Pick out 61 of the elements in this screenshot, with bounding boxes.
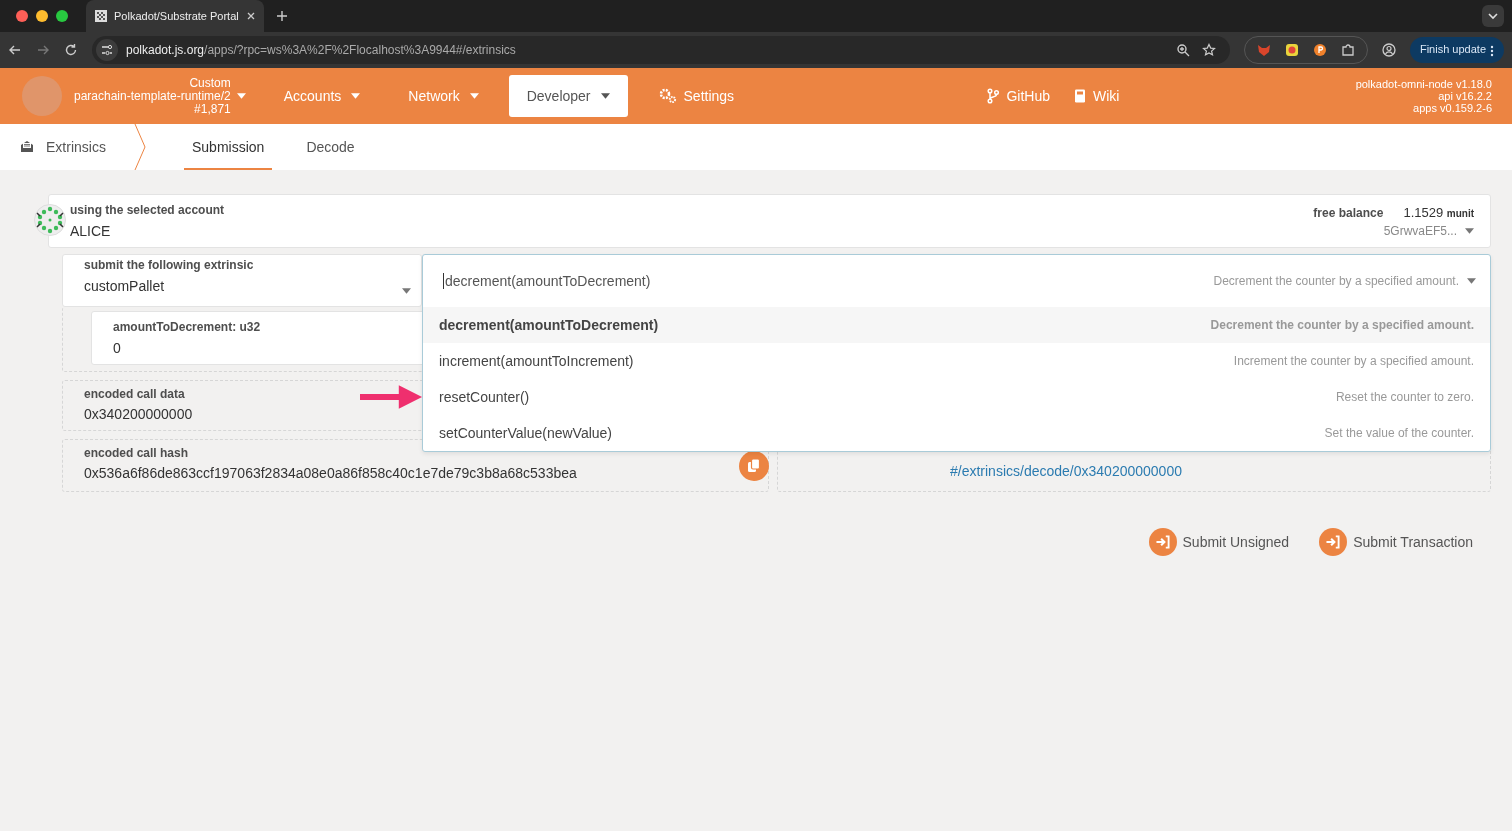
account-name[interactable]: ALICE: [70, 223, 225, 239]
call-hash-value: 0x536a6f86de863ccf197063f2834a08e0a86f858c40c1e7de79c3b8a68c533bea: [84, 465, 577, 481]
version-label: api v16.2.2: [1438, 90, 1492, 102]
field-label: encoded call data: [84, 387, 185, 401]
sign-in-icon: [1319, 528, 1348, 556]
caret-icon: [351, 93, 361, 99]
wallet-icon[interactable]: [1284, 43, 1299, 57]
section-title: Extrinsics: [46, 139, 107, 155]
dropdown-option[interactable]: resetCounter() Reset the counter to zero.: [423, 379, 1490, 415]
branch-icon: [987, 88, 1000, 104]
fox-icon[interactable]: [1256, 43, 1271, 57]
site-settings-icon[interactable]: [96, 39, 118, 61]
caret-icon: [469, 93, 479, 99]
browser-tab[interactable]: Polkadot/Substrate Portal: [86, 0, 264, 32]
gears-icon: [657, 88, 678, 104]
new-tab-icon[interactable]: [276, 10, 288, 22]
back-icon[interactable]: [8, 43, 22, 57]
submit-button[interactable]: Submit Unsigned: [1148, 528, 1290, 556]
address-selector[interactable]: 5GrwvaEF5...: [1383, 223, 1474, 238]
coin-icon[interactable]: [1312, 43, 1327, 57]
sign-in-icon: [1148, 528, 1177, 556]
caret-icon: [600, 93, 610, 99]
submit-button[interactable]: Submit Transaction: [1319, 528, 1473, 556]
pallet-dropdown[interactable]: submit the following extrinsic customPallet: [62, 254, 422, 307]
book-icon: [1074, 88, 1087, 104]
call-search-field[interactable]: decrement(amountToDecrement) Decrement the counter by a specified amount.: [423, 255, 1490, 307]
reload-icon[interactable]: [64, 43, 78, 57]
call-data-value: 0x340200000000: [84, 406, 193, 422]
page-tab[interactable]: Submission: [184, 124, 273, 170]
more-icon[interactable]: [1490, 44, 1494, 57]
menu-tab[interactable]: Developer: [508, 75, 628, 117]
maximize-window-icon[interactable]: [56, 10, 68, 22]
caret-icon: [1467, 278, 1476, 284]
zoom-icon[interactable]: [1175, 43, 1190, 57]
address-bar[interactable]: polkadot.js.org/apps/?rpc=ws%3A%2F%2Flocalhost%3A9944#/extrinsics: [92, 36, 1230, 64]
balance-label: free balance: [1313, 205, 1384, 220]
version-label: polkadot-omni-node v1.18.0: [1355, 78, 1492, 90]
caret-icon: [236, 93, 246, 99]
favicon-icon: [94, 9, 108, 23]
chevron-down-icon[interactable]: [1482, 5, 1504, 27]
profile-icon[interactable]: [1381, 43, 1396, 57]
field-label: encoded call hash: [84, 446, 189, 460]
caret-icon: [1465, 227, 1474, 234]
star-icon[interactable]: [1201, 43, 1216, 57]
dropdown-option[interactable]: decrement(amountToDecrement) Decrement the counter by a specified amount.: [423, 307, 1490, 343]
balance-value: 1.1529 munit: [1403, 204, 1474, 220]
close-icon[interactable]: [246, 11, 256, 21]
chain-logo-icon: [22, 76, 62, 116]
page-tab[interactable]: Decode: [298, 124, 363, 170]
forward-icon[interactable]: [36, 43, 50, 57]
close-window-icon[interactable]: [16, 10, 28, 22]
version-label: apps v0.159.2-6: [1413, 102, 1492, 114]
envelope-icon: [20, 140, 34, 154]
puzzle-icon[interactable]: [1340, 43, 1355, 57]
field-label: using the selected account: [70, 203, 225, 217]
decode-link[interactable]: #/extrinsics/decode/0x340200000000: [950, 463, 1182, 479]
minimize-window-icon[interactable]: [36, 10, 48, 22]
caret-icon: [402, 288, 411, 294]
copy-icon[interactable]: [739, 451, 769, 481]
finish-update-button[interactable]: Finish update: [1409, 37, 1504, 63]
dropdown-option[interactable]: setCounterValue(newValue) Set the value of the counter.: [423, 415, 1490, 451]
